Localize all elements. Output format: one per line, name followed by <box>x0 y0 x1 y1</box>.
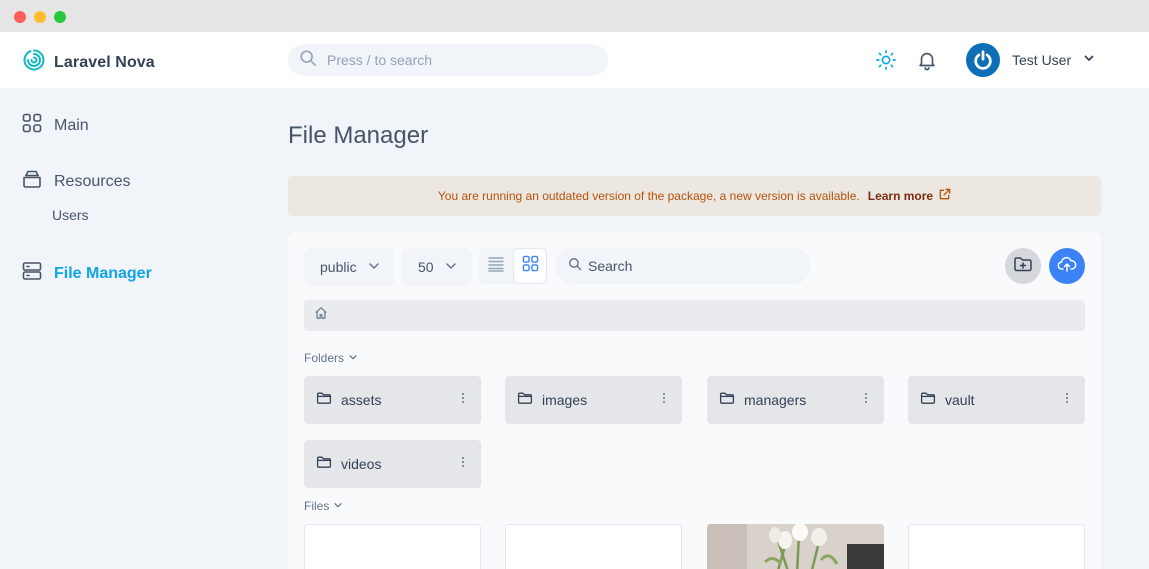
chevron-down-icon <box>367 259 381 276</box>
file-card[interactable] <box>505 524 682 569</box>
upload-button[interactable] <box>1049 248 1085 284</box>
folder-icon <box>920 390 936 411</box>
folders-section-toggle[interactable]: Folders <box>304 351 358 365</box>
file-thumbnail-image <box>707 524 884 569</box>
more-options-icon[interactable] <box>658 393 670 407</box>
user-name: Test User <box>1012 52 1072 68</box>
grid-icon <box>522 255 539 277</box>
file-search[interactable] <box>555 248 811 284</box>
chevron-down-icon <box>348 351 358 365</box>
home-icon[interactable] <box>314 306 328 325</box>
folder-card[interactable]: vault <box>908 376 1085 424</box>
disk-select-value: public <box>320 259 357 275</box>
more-options-icon[interactable] <box>457 393 469 407</box>
folder-name: videos <box>341 456 382 472</box>
create-folder-button[interactable] <box>1005 248 1041 284</box>
sidebar-item-label: File Manager <box>54 264 152 282</box>
sidebar-item-label: Resources <box>54 172 131 190</box>
folder-card[interactable]: managers <box>707 376 884 424</box>
alert-message: You are running an outdated version of t… <box>437 189 860 203</box>
sidebar-item-label: Main <box>54 116 89 134</box>
grid-icon <box>22 113 42 138</box>
chevron-down-icon <box>1083 51 1095 69</box>
global-search-input[interactable] <box>327 52 587 68</box>
file-manager-panel: public 50 Search Folders assets images m… <box>288 232 1101 569</box>
sidebar-item-users[interactable]: Users <box>52 207 89 223</box>
window-close-button[interactable] <box>14 11 26 23</box>
nova-logo-icon <box>22 48 46 77</box>
chevron-down-icon <box>444 259 458 276</box>
grid-view-button[interactable] <box>513 248 547 284</box>
app-header: Laravel Nova Test Us <box>0 32 1149 88</box>
avatar <box>966 43 1000 77</box>
folder-plus-icon <box>1013 254 1033 279</box>
more-options-icon[interactable] <box>860 393 872 407</box>
outdated-version-alert: You are running an outdated version of t… <box>288 176 1101 216</box>
server-icon <box>22 261 42 286</box>
list-view-button[interactable] <box>479 248 513 284</box>
more-options-icon[interactable] <box>1061 393 1073 407</box>
disk-select[interactable]: public <box>304 248 394 286</box>
file-card[interactable] <box>707 524 884 569</box>
folder-card[interactable]: assets <box>304 376 481 424</box>
more-options-icon[interactable] <box>457 457 469 471</box>
breadcrumb <box>304 300 1085 331</box>
external-link-icon <box>938 188 951 204</box>
user-menu[interactable]: Test User <box>966 43 1095 77</box>
folders-section-label: Folders <box>304 351 345 365</box>
brand-name: Laravel Nova <box>54 53 155 71</box>
global-search[interactable] <box>288 44 608 76</box>
theme-toggle-button[interactable] <box>875 49 897 71</box>
brand-logo-link[interactable]: Laravel Nova <box>22 48 155 77</box>
list-icon <box>487 255 505 278</box>
window-titlebar <box>0 0 1149 32</box>
folder-name: assets <box>341 392 382 408</box>
file-search-input[interactable] <box>588 258 798 274</box>
sidebar-item-file-manager[interactable]: File Manager <box>22 261 152 286</box>
window-minimize-button[interactable] <box>34 11 46 23</box>
sun-icon <box>875 50 897 75</box>
cloud-upload-icon <box>1057 254 1077 279</box>
view-mode-toggle <box>479 248 547 284</box>
files-section-toggle[interactable]: Files <box>304 499 343 513</box>
sidebar-item-resources[interactable]: Resources <box>22 169 130 194</box>
file-card[interactable] <box>304 524 481 569</box>
folder-name: managers <box>744 392 807 408</box>
database-icon <box>22 169 42 194</box>
folder-icon <box>316 390 332 411</box>
learn-more-label: Learn more <box>867 189 934 203</box>
window-maximize-button[interactable] <box>54 11 66 23</box>
chevron-down-icon <box>333 499 343 513</box>
folder-card[interactable]: videos <box>304 440 481 488</box>
per-page-select[interactable]: 50 <box>402 248 472 286</box>
search-icon <box>568 257 582 276</box>
per-page-select-value: 50 <box>418 259 434 275</box>
file-card[interactable] <box>908 524 1085 569</box>
folder-icon <box>316 454 332 475</box>
folder-card[interactable]: images <box>505 376 682 424</box>
page-title: File Manager <box>288 122 429 149</box>
bell-icon <box>916 52 938 75</box>
folder-name: vault <box>945 392 975 408</box>
files-section-label: Files <box>304 499 330 513</box>
folder-name: images <box>542 392 588 408</box>
search-icon <box>299 49 317 72</box>
folder-icon <box>719 390 735 411</box>
notifications-button[interactable] <box>916 49 938 71</box>
folder-icon <box>517 390 533 411</box>
learn-more-link[interactable]: Learn more <box>868 188 951 204</box>
sidebar-item-main[interactable]: Main <box>22 113 89 138</box>
